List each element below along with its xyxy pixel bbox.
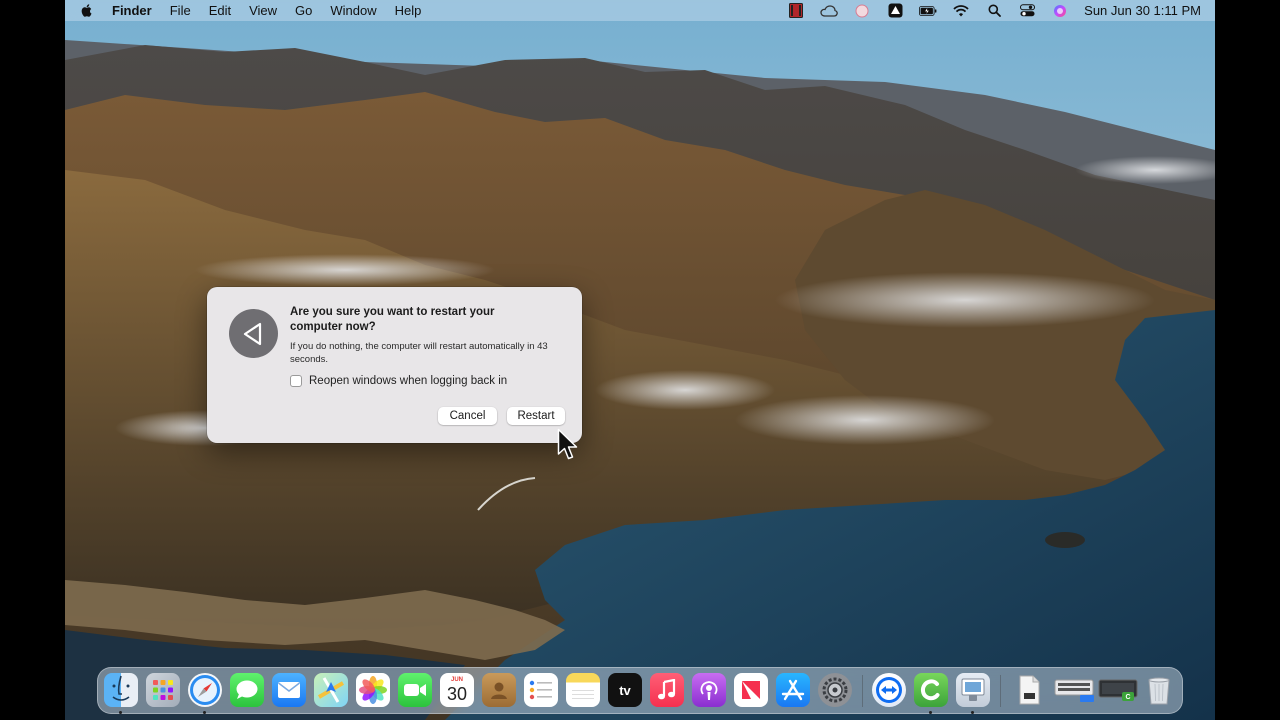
dock-separator [862,675,863,707]
reminders-icon[interactable] [524,673,558,707]
spotlight-search-icon[interactable] [985,3,1003,18]
photos-icon[interactable] [356,673,390,707]
news-icon[interactable] [734,673,768,707]
safari-icon[interactable] [188,673,222,707]
launchpad-icon[interactable] [146,673,180,707]
keyboard-icon[interactable] [1054,673,1096,707]
menu-help[interactable]: Help [386,0,431,21]
dialog-message: If you do nothing, the computer will res… [290,341,548,365]
menu-go[interactable]: Go [286,0,321,21]
vectorworks-icon[interactable] [886,3,904,18]
app-store-icon[interactable] [776,673,810,707]
calendar-day: 30 [446,684,468,704]
mail-icon[interactable] [272,673,306,707]
camtasia-running-indicator [929,711,932,714]
preview-icon[interactable] [956,673,990,707]
restart-button[interactable]: Restart [507,407,565,425]
apple-tv-label: tv [619,682,631,698]
finder-icon[interactable] [104,673,138,707]
battery-icon[interactable] [919,3,937,18]
podcasts-icon[interactable] [692,673,726,707]
reopen-windows-checkbox[interactable] [290,375,302,387]
wifi-icon[interactable] [952,3,970,18]
teamviewer-icon[interactable] [872,673,906,707]
trash-icon[interactable] [1142,673,1176,707]
dialog-title: Are you sure you want to restart your co… [290,306,495,333]
menu-edit[interactable]: Edit [200,0,240,21]
contacts-icon[interactable] [482,673,516,707]
system-preferences-icon[interactable] [818,673,852,707]
reopen-windows-option[interactable]: Reopen windows when logging back in [290,375,507,387]
finder-running-indicator [119,711,122,714]
dock-separator [1000,675,1001,707]
notes-icon[interactable] [566,673,600,707]
preview-running-indicator [971,711,974,714]
screen-recorder-icon[interactable] [787,3,805,18]
restart-confirmation-dialog: Are you sure you want to restart your co… [207,287,582,443]
messages-icon[interactable] [230,673,264,707]
music-icon[interactable] [650,673,684,707]
control-center-icon[interactable] [1018,3,1036,18]
menu-bar: Finder File Edit View Go Window Help Sun… [65,0,1215,21]
svg-text:C: C [1125,694,1130,701]
siri-small-icon[interactable] [853,3,871,18]
safari-running-indicator [203,711,206,714]
app-menu-finder[interactable]: Finder [103,0,161,21]
menubar-clock[interactable]: Sun Jun 30 1:11 PM [1084,3,1201,18]
mouse-pointer-icon [557,428,578,460]
facetime-icon[interactable] [398,673,432,707]
camtasia-icon[interactable] [914,673,948,707]
siri-icon[interactable] [1051,3,1069,18]
document-icon[interactable] [1012,673,1046,707]
apple-menu-icon[interactable] [79,3,93,18]
menu-file[interactable]: File [161,0,200,21]
restart-icon [229,309,278,358]
desktop: Finder File Edit View Go Window Help Sun… [65,0,1215,720]
reopen-windows-label: Reopen windows when logging back in [309,375,508,387]
menu-window[interactable]: Window [321,0,385,21]
calendar-month: JUN [450,677,463,683]
screen-recording-icon[interactable]: C [1098,673,1140,707]
creative-cloud-icon[interactable] [820,3,838,18]
dock: JUN 30 tv C [97,667,1183,714]
cancel-button[interactable]: Cancel [438,407,497,425]
apple-tv-icon[interactable]: tv [608,673,642,707]
calendar-icon[interactable]: JUN 30 [440,673,474,707]
maps-icon[interactable] [314,673,348,707]
menu-view[interactable]: View [240,0,286,21]
